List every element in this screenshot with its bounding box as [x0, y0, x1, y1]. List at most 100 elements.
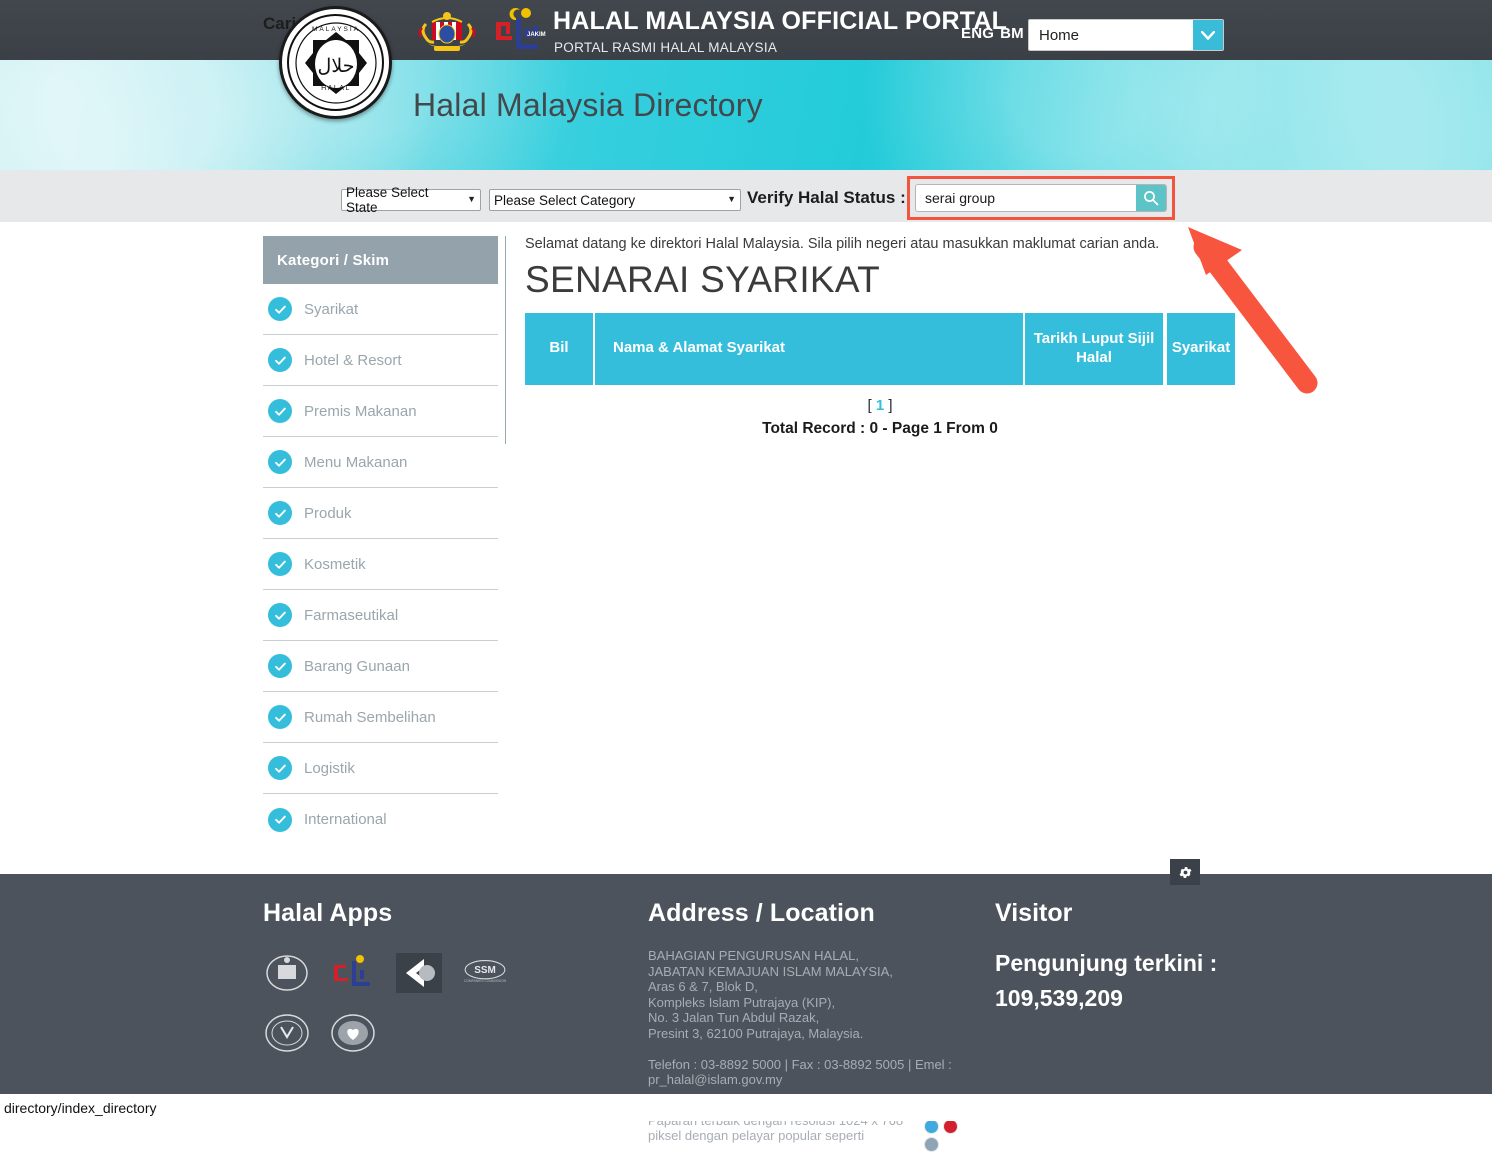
svg-text:COMPANIES COMMISSION: COMPANIES COMMISSION — [464, 979, 507, 983]
check-icon — [274, 305, 286, 314]
check-circle-icon — [268, 603, 292, 627]
sidebar-item-label: Farmaseutikal — [304, 606, 399, 624]
site-footer: Halal Apps SSM COMPANIES COMMISSION Addre… — [0, 874, 1492, 1152]
sidebar-item-international[interactable]: International — [263, 794, 498, 845]
check-circle-icon — [268, 348, 292, 372]
footer-address-lines: BAHAGIAN PENGURUSAN HALAL, JABATAN KEMAJU… — [648, 948, 978, 1041]
verify-halal-status-label: Verify Halal Status : — [747, 188, 906, 207]
sidebar-item-label: Menu Makanan — [304, 453, 408, 471]
check-circle-icon — [268, 705, 292, 729]
sidebar-item-produk[interactable]: Produk — [263, 488, 498, 539]
check-circle-icon — [268, 654, 292, 678]
sidebar-item-label: Logistik — [304, 759, 355, 777]
column-header-syarikat: Syarikat — [1163, 312, 1235, 385]
sidebar-heading: Kategori / Skim — [263, 236, 498, 284]
address-line: Kompleks Islam Putrajaya (KIP), — [648, 994, 836, 1010]
ssm-logo[interactable]: SSM COMPANIES COMMISSION — [461, 952, 509, 994]
pager-page-1[interactable]: 1 — [876, 397, 884, 414]
main-content: Selamat datang ke direktori Halal Malays… — [525, 236, 1235, 438]
footer-visitor-column: Visitor Pengunjung terkini : 109,539,209 — [995, 899, 1295, 1012]
sidebar-item-label: Rumah Sembelihan — [304, 708, 436, 726]
language-switcher: ENG BM — [961, 25, 1024, 42]
site-header: JAKIM HALAL MALAYSIA OFFICIAL PORTAL POR… — [0, 0, 1492, 60]
search-icon — [1144, 191, 1159, 206]
hero-title: Halal Malaysia Directory — [413, 87, 763, 123]
status-bar-url: directory/index_directory — [4, 1099, 157, 1116]
pager-bracket-close: ] — [888, 396, 893, 414]
sidebar-item-syarikat[interactable]: Syarikat — [263, 284, 498, 335]
footer-apps-heading: Halal Apps — [263, 899, 393, 927]
lang-eng-link[interactable]: ENG — [961, 25, 994, 42]
svg-text:HALAL: HALAL — [321, 85, 351, 92]
jakim-logo[interactable] — [329, 952, 377, 994]
visitor-subtitle: Pengunjung terkini : — [995, 950, 1218, 976]
chevron-down-icon: ▼ — [727, 194, 736, 204]
check-icon — [274, 713, 286, 722]
sidebar-item-barang-gunaan[interactable]: Barang Gunaan — [263, 641, 498, 692]
category-select-value: Please Select Category — [494, 192, 636, 208]
sidebar-item-hotel-resort[interactable]: Hotel & Resort — [263, 335, 498, 386]
myhalal-logo[interactable] — [395, 952, 443, 994]
sidebar-item-label: Produk — [304, 504, 352, 522]
check-circle-icon — [268, 450, 292, 474]
category-select[interactable]: Please Select Category ▼ — [489, 189, 741, 211]
chevron-down-icon: ▼ — [467, 194, 476, 204]
check-circle-icon — [268, 552, 292, 576]
content-divider — [505, 236, 506, 444]
sidebar-item-rumah-sembelihan[interactable]: Rumah Sembelihan — [263, 692, 498, 743]
portal-subtitle: PORTAL RASMI HALAL MALAYSIA — [554, 40, 778, 55]
gear-icon — [1179, 866, 1191, 878]
sidebar-item-label: Syarikat — [304, 300, 359, 318]
address-line: Presint 3, 62100 Putrajaya, Malaysia. — [648, 1025, 864, 1041]
footer-address-heading: Address / Location — [648, 899, 875, 927]
check-icon — [274, 356, 286, 365]
halal-status-search-box[interactable] — [915, 184, 1167, 212]
check-icon — [274, 560, 286, 569]
pager-bracket-open: [ — [867, 396, 872, 414]
sidebar-item-premis-makanan[interactable]: Premis Makanan — [263, 386, 498, 437]
social-media-toggle-button[interactable] — [1170, 859, 1200, 885]
svg-text:MALAYSIA: MALAYSIA — [311, 26, 359, 33]
sidebar-item-label: Premis Makanan — [304, 402, 417, 420]
hero-banner: Halal Malaysia Directory — [0, 60, 1492, 170]
state-select-value: Please Select State — [346, 185, 429, 215]
footer-contact-line: Telefon : 03-8892 5000 | Fax : 03-8892 5… — [648, 1057, 952, 1087]
halal-malaysia-seal-logo: حلال HALAL MALAYSIA — [279, 6, 392, 119]
lang-bm-link[interactable]: BM — [1000, 25, 1024, 42]
opera-icon — [942, 1119, 958, 1134]
column-header-nama: Nama & Alamat Syarikat — [593, 312, 1023, 385]
check-icon — [274, 662, 286, 671]
sidebar-item-menu-makanan[interactable]: Menu Makanan — [263, 437, 498, 488]
safari-icon — [923, 1137, 939, 1152]
pagination: [ 1 ] — [525, 397, 1235, 414]
check-icon — [274, 764, 286, 773]
main-nav-dropdown[interactable]: Home — [1028, 19, 1224, 51]
check-circle-icon — [268, 297, 292, 321]
veterinary-services-logo[interactable] — [263, 1012, 311, 1054]
category-sidebar: Kategori / Skim Syarikat Hotel & Resort Pr… — [263, 236, 498, 845]
check-icon — [274, 611, 286, 620]
check-circle-icon — [268, 807, 292, 832]
address-line: BAHAGIAN PENGURUSAN HALAL, — [648, 948, 859, 963]
address-line: JABATAN KEMAJUAN ISLAM MALAYSIA, — [648, 963, 893, 979]
check-icon — [274, 458, 286, 467]
malaysia-crest-logo[interactable] — [263, 952, 311, 994]
chevron-down-icon — [1193, 20, 1223, 50]
visitor-count: 109,539,209 — [995, 985, 1123, 1011]
sidebar-item-label: Kosmetik — [304, 555, 366, 573]
svg-text:JAKIM: JAKIM — [527, 32, 546, 38]
address-line: No. 3 Jalan Tun Abdul Razak, — [648, 1010, 820, 1025]
sidebar-item-farmaseutikal[interactable]: Farmaseutikal — [263, 590, 498, 641]
jakim-logo-icon: JAKIM — [490, 6, 546, 56]
halal-heart-logo[interactable] — [329, 1012, 377, 1054]
search-input[interactable] — [916, 185, 1136, 211]
sidebar-item-kosmetik[interactable]: Kosmetik — [263, 539, 498, 590]
state-select[interactable]: Please Select State ▼ — [341, 185, 481, 215]
sidebar-item-label: International — [304, 811, 387, 828]
column-header-bil: Bil — [525, 312, 593, 385]
footer-halal-apps-column: Halal Apps SSM COMPANIES COMMISSION — [263, 899, 633, 1054]
search-button[interactable] — [1136, 185, 1166, 211]
internet-explorer-icon — [923, 1119, 939, 1134]
sidebar-item-logistik[interactable]: Logistik — [263, 743, 498, 794]
svg-text:حلال: حلال — [317, 56, 354, 77]
